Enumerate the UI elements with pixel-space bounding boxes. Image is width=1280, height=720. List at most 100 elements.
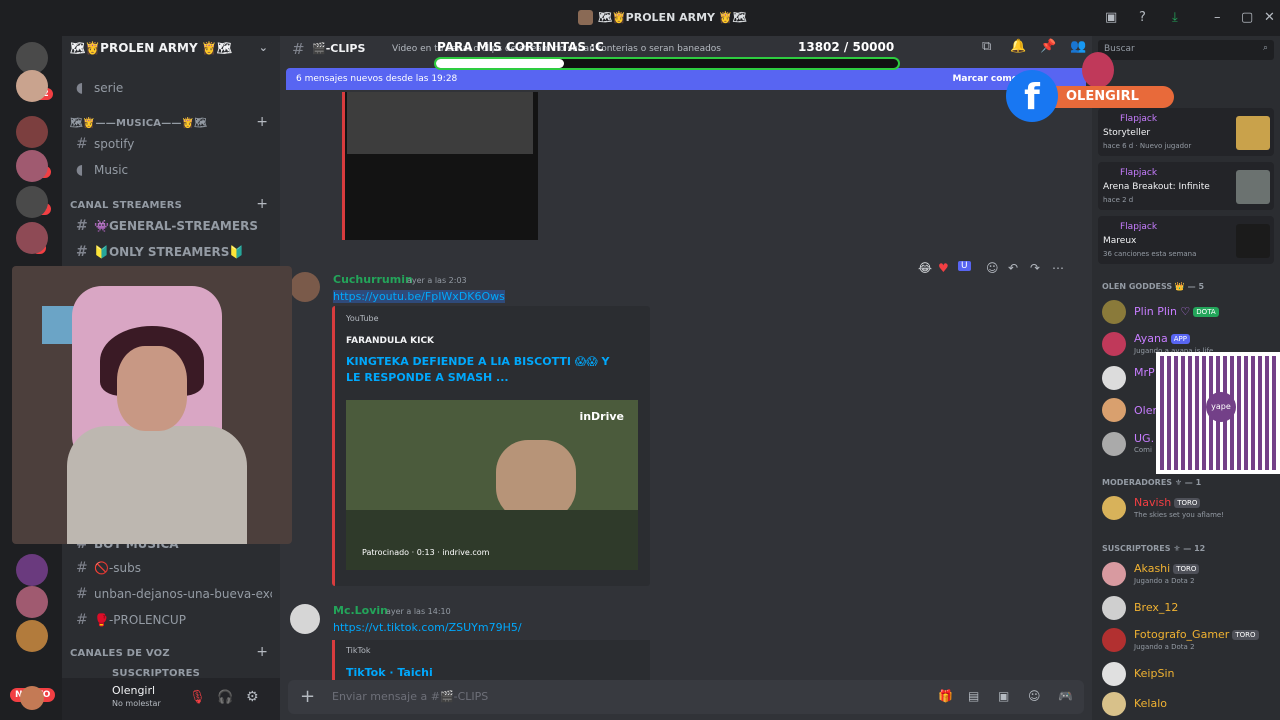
member-tag: APP <box>1170 334 1190 344</box>
help-icon[interactable]: ? <box>1139 10 1146 25</box>
member-name[interactable]: UG. <box>1134 432 1154 445</box>
avatar[interactable] <box>1102 692 1126 716</box>
avatar[interactable] <box>1102 432 1126 456</box>
hash-icon: # <box>76 136 88 152</box>
members-icon[interactable]: 👥 <box>1070 39 1086 54</box>
message-input[interactable]: + Enviar mensaje a #🎬-CLIPS 🎁 ▤ ▣ ☺ 🎮 <box>288 680 1084 714</box>
channel-subs[interactable]: # 🚫-subs <box>70 556 272 580</box>
member-name[interactable]: Navish TORO <box>1134 496 1201 509</box>
member-name[interactable]: Kelalo <box>1134 697 1167 710</box>
category-voice[interactable]: CANALES DE VOZ <box>70 648 170 659</box>
avatar[interactable] <box>1102 562 1126 586</box>
message-link[interactable]: https://youtu.be/FpIWxDK6Ows <box>333 290 505 303</box>
gif-icon[interactable]: ▤ <box>968 689 979 703</box>
channel-music[interactable]: ◖ Music <box>70 158 272 182</box>
image-preview[interactable] <box>342 92 538 240</box>
add-channel-icon[interactable]: + <box>256 644 268 660</box>
pin-icon[interactable]: 📌 <box>1040 39 1056 54</box>
activity-game: Mareux <box>1103 236 1137 246</box>
category-streamers[interactable]: CANAL STREAMERS <box>70 200 182 211</box>
chevron-down-icon[interactable]: ⌄ <box>259 41 268 54</box>
reply-icon[interactable]: ↶ <box>1008 261 1018 275</box>
channel-only-streamers[interactable]: # 🔰ONLY STREAMERS🔰 <box>70 240 272 264</box>
emoji-icon[interactable]: ☺ <box>1028 689 1041 703</box>
message-author[interactable]: Mc.Lovin <box>333 604 388 617</box>
close-button[interactable]: ✕ <box>1264 10 1275 25</box>
server-icon[interactable] <box>16 586 48 618</box>
heart-react-icon[interactable]: ♥ <box>938 261 949 275</box>
activity-card[interactable]: Flapjack Mareux 36 canciones esta semana <box>1098 216 1274 264</box>
laugh-react-icon[interactable]: 😂 <box>918 261 932 275</box>
member-name[interactable]: Akashi TORO <box>1134 562 1200 575</box>
server-icon[interactable] <box>16 150 48 182</box>
embed-video[interactable]: inDrive Patrocinado · 0:13 · indrive.com <box>346 400 638 570</box>
member-name[interactable]: Brex_12 <box>1134 601 1178 614</box>
gift-icon[interactable]: 🎁 <box>938 689 953 703</box>
member-name[interactable]: Ayana APP <box>1134 332 1190 345</box>
server-icon[interactable] <box>16 554 48 586</box>
member-tag: TORO <box>1174 498 1201 508</box>
add-reaction-icon[interactable]: ☺ <box>986 261 999 275</box>
server-icon[interactable] <box>16 70 48 102</box>
settings-gear-icon[interactable]: ⚙ <box>246 689 259 705</box>
username[interactable]: Olengirl <box>112 684 155 697</box>
avatar[interactable] <box>1102 596 1126 620</box>
new-messages-bar[interactable]: 6 mensajes nuevos desde las 19:28 Marcar… <box>286 68 1086 90</box>
member-activity: Jugando a Dota 2 <box>1134 577 1195 585</box>
add-attachment-icon[interactable]: + <box>300 686 315 707</box>
channel-label: 🔰ONLY STREAMERS🔰 <box>94 245 245 259</box>
activity-user: Flapjack <box>1120 168 1158 178</box>
download-icon[interactable]: ⤓ <box>1172 10 1178 25</box>
avatar[interactable] <box>1102 496 1126 520</box>
forward-icon[interactable]: ↷ <box>1030 261 1040 275</box>
avatar[interactable] <box>1102 398 1126 422</box>
channel-prolencup[interactable]: # 🥊-PROLENCUP <box>70 608 272 632</box>
server-icon[interactable] <box>16 186 48 218</box>
message-author[interactable]: Cuchurrumin <box>333 273 413 286</box>
avatar[interactable] <box>20 686 44 710</box>
minimize-button[interactable]: – <box>1214 10 1221 25</box>
activity-card[interactable]: Flapjack Arena Breakout: Infinite hace 2… <box>1098 162 1274 210</box>
channel-title: 🎬-CLIPS <box>312 42 366 55</box>
avatar[interactable] <box>1102 366 1126 390</box>
server-header[interactable]: 🗺👸PROLEN ARMY 👸🗺 ⌄ <box>62 36 280 62</box>
activity-icon[interactable]: 🎮 <box>1058 689 1073 703</box>
webcam-overlay <box>12 266 292 544</box>
server-icon[interactable] <box>16 222 48 254</box>
u-react-icon[interactable]: U <box>958 261 971 271</box>
avatar[interactable] <box>1102 662 1126 686</box>
member-name[interactable]: Plin Plin ♡ DOTA <box>1134 305 1219 318</box>
search-icon: ⌕ <box>1262 43 1268 53</box>
message-link[interactable]: https://vt.tiktok.com/ZSUYm79H5/ <box>333 621 522 634</box>
member-name[interactable]: MrP <box>1134 366 1155 379</box>
embed-author[interactable]: FARANDULA KICK <box>346 336 434 346</box>
channel-serie[interactable]: ◖ serie <box>70 76 272 100</box>
avatar[interactable] <box>1102 628 1126 652</box>
embed-title[interactable]: TikTok · Taichi <box>346 666 433 679</box>
embed-title[interactable]: KINGTEKA DEFIENDE A LIA BISCOTTI 😱😱 Y LE… <box>346 354 626 386</box>
threads-icon[interactable]: ⧉ <box>982 39 991 54</box>
server-icon[interactable] <box>16 620 48 652</box>
goal-title: PARA MIS CORTINITAS :C <box>437 40 604 54</box>
channel-unban[interactable]: # unban-dejanos-una-bueva-exc... <box>70 582 272 606</box>
more-icon[interactable]: ⋯ <box>1052 261 1064 275</box>
avatar[interactable] <box>290 272 320 302</box>
add-channel-icon[interactable]: + <box>256 114 268 130</box>
add-channel-icon[interactable]: + <box>256 196 268 212</box>
inbox-icon[interactable]: ▣ <box>1105 10 1117 25</box>
member-name[interactable]: KeipSin <box>1134 667 1174 680</box>
avatar[interactable] <box>290 604 320 634</box>
avatar[interactable] <box>1102 332 1126 356</box>
server-icon[interactable] <box>16 116 48 148</box>
avatar[interactable] <box>1102 300 1126 324</box>
channel-general-streamers[interactable]: # 👾GENERAL-STREAMERS <box>70 214 272 238</box>
channel-spotify[interactable]: # spotify <box>70 132 272 156</box>
mute-mic-icon[interactable]: 🎙 <box>189 690 206 705</box>
bell-icon[interactable]: 🔔 <box>1010 39 1026 54</box>
category-music[interactable]: 🗺👸——MUSICA——👸🗺 <box>70 118 207 129</box>
sticker-icon[interactable]: ▣ <box>998 689 1009 703</box>
member-name[interactable]: Fotografo_Gamer TORO <box>1134 628 1259 641</box>
maximize-button[interactable]: ▢ <box>1241 10 1253 25</box>
search-input[interactable]: Buscar ⌕ <box>1098 40 1274 60</box>
deafen-icon[interactable]: 🎧 <box>217 690 233 705</box>
